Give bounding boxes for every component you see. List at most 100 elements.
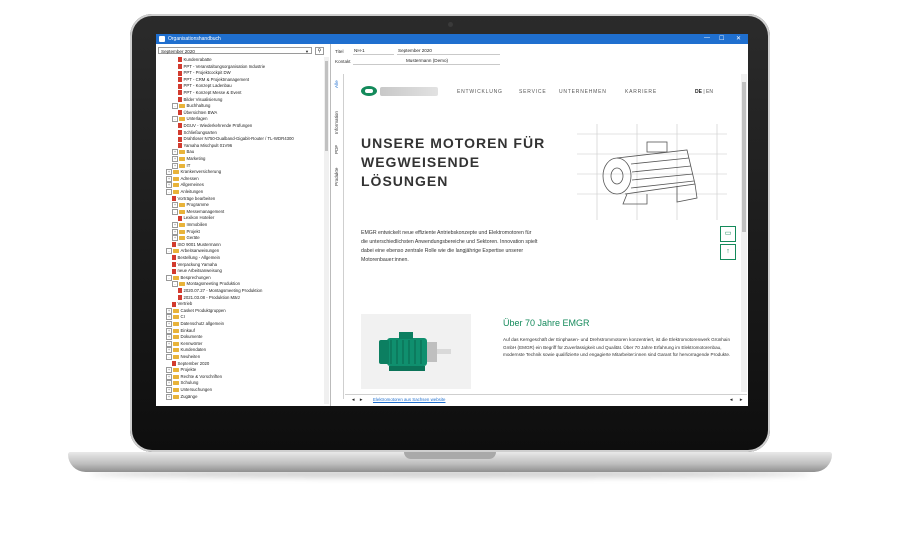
nav-entwicklung[interactable]: ENTWICKLUNG	[457, 89, 503, 95]
titel-date-field[interactable]: September 2020	[397, 47, 500, 55]
scroll-right-icon[interactable]: ►	[739, 395, 743, 404]
web-scrollbar[interactable]	[741, 74, 747, 392]
expand-toggle-icon[interactable]: +	[166, 393, 172, 400]
period-select[interactable]: September 2020 ▼	[158, 47, 312, 54]
tree-node[interactable]: PPT - Konzept Ladenbau	[178, 83, 232, 89]
expand-toggle-icon[interactable]: +	[166, 314, 172, 321]
expand-toggle-icon[interactable]: +	[172, 228, 178, 235]
tab-produkte[interactable]: Produkte	[334, 168, 339, 186]
tree-node[interactable]: + Untersuchungen	[166, 387, 212, 393]
expand-toggle-icon[interactable]: +	[166, 321, 172, 327]
collapse-toggle-icon[interactable]: -	[172, 103, 178, 110]
tree-node[interactable]: - Arbeitsanweisungen	[166, 248, 219, 255]
expand-toggle-icon[interactable]: +	[172, 235, 178, 242]
tab-alle[interactable]: Alle	[334, 80, 339, 88]
tree-node[interactable]: Lexikon Hotelier	[178, 215, 214, 221]
lang-de[interactable]: DE	[695, 89, 702, 95]
expand-toggle-icon[interactable]: +	[166, 327, 172, 334]
expand-toggle-icon[interactable]: +	[166, 373, 172, 380]
minimize-button[interactable]: —	[704, 35, 710, 41]
tab-pdf[interactable]: PDF	[334, 145, 339, 154]
tree-node[interactable]: + Allgemeines	[166, 182, 204, 189]
tree-node[interactable]: PPT - Veranstaltungsorganisation Industr…	[178, 64, 265, 70]
collapse-toggle-icon[interactable]: -	[166, 189, 172, 195]
tree-node[interactable]: + Datenschutz allgemein	[166, 321, 224, 327]
tree-node[interactable]: + Projekte	[166, 367, 196, 374]
expand-toggle-icon[interactable]: +	[166, 340, 172, 347]
expand-toggle-icon[interactable]: +	[166, 387, 172, 393]
tree-node[interactable]: Drahtloser N750-Dualband-Gigabit-Router …	[178, 136, 294, 142]
collapse-toggle-icon[interactable]: -	[166, 248, 172, 255]
expand-toggle-icon[interactable]: +	[166, 334, 172, 341]
tree-node[interactable]: + Marketing	[172, 156, 205, 162]
forward-icon[interactable]: ►	[359, 395, 363, 404]
close-button[interactable]: ✕	[736, 35, 741, 42]
expand-toggle-icon[interactable]: +	[166, 175, 172, 182]
tree-node[interactable]: + Schulung	[166, 380, 198, 387]
tree-node[interactable]: + IT	[172, 162, 190, 169]
tree-node[interactable]: DGUV - Wiederkehrende Prüfungen	[178, 123, 252, 129]
tree-node[interactable]: PPT - Projektcockpit DW	[178, 70, 231, 76]
company-logo[interactable]	[361, 86, 377, 96]
expand-toggle-icon[interactable]: +	[166, 380, 172, 387]
nav-karriere[interactable]: KARRIERE	[625, 89, 657, 95]
tree-node[interactable]: + CI	[166, 314, 185, 321]
nav-service[interactable]: SERVICE	[519, 89, 546, 95]
tree-scrollbar-thumb[interactable]	[325, 61, 328, 151]
tree-node[interactable]: + Rechte & Vorschriften	[166, 373, 222, 380]
tree-node[interactable]: + Adressen	[166, 175, 199, 182]
expand-toggle-icon[interactable]: +	[172, 202, 178, 209]
expand-toggle-icon[interactable]: +	[166, 182, 172, 189]
collapse-toggle-icon[interactable]: -	[172, 116, 178, 123]
expand-toggle-icon[interactable]: +	[166, 169, 172, 176]
expand-toggle-icon[interactable]: +	[172, 162, 178, 169]
kontakt-field[interactable]: Mustermann (Demo)	[353, 57, 500, 65]
tree-node[interactable]: + Krankenversicherung	[166, 169, 221, 176]
tree-node[interactable]: + Casket Produktgruppen	[166, 307, 226, 314]
chat-button[interactable]: ▭	[720, 226, 736, 242]
scroll-left-icon[interactable]: ◄	[729, 395, 733, 404]
tree-node[interactable]: Vertrieb	[172, 301, 192, 307]
tree-node[interactable]: Bestellung - Allgemein	[172, 255, 220, 261]
tree-node[interactable]: + Geräte	[172, 235, 200, 242]
tree-node[interactable]: - Unterlagen	[172, 116, 208, 123]
tree-node[interactable]: + Kundendaten	[166, 347, 206, 354]
expand-toggle-icon[interactable]: +	[166, 307, 172, 314]
scroll-top-button[interactable]: ↑	[720, 244, 736, 260]
tree-node[interactable]: Vorträge bearbeiten	[172, 196, 215, 202]
tree-node[interactable]: - Neuheiten	[166, 354, 200, 360]
tree-node[interactable]: - Anleitungen	[166, 189, 203, 195]
tree-node[interactable]: neue Arbeitsanweisung	[172, 268, 222, 274]
tree-node[interactable]: + Zugänge	[166, 393, 197, 400]
tree-node[interactable]: Kundenrabatte	[178, 57, 212, 63]
maximize-button[interactable]: ☐	[719, 35, 724, 42]
collapse-toggle-icon[interactable]: -	[172, 208, 178, 215]
tab-information[interactable]: Information	[334, 111, 339, 134]
nav-unternehmen[interactable]: UNTERNEHMEN	[559, 89, 607, 95]
tree-node[interactable]: ISO 9001 Mustermann	[172, 242, 221, 248]
titel-field[interactable]: NH-1	[353, 47, 394, 55]
tree-node[interactable]: + Bau	[172, 149, 194, 156]
tree-node[interactable]: PPT - CRM & Projektmanagement	[178, 77, 249, 83]
website-link[interactable]: Elektromotoren aus Sachsen website	[373, 395, 445, 404]
collapse-toggle-icon[interactable]: -	[172, 281, 178, 288]
expand-toggle-icon[interactable]: +	[166, 347, 172, 354]
expand-toggle-icon[interactable]: +	[166, 367, 172, 374]
collapse-toggle-icon[interactable]: -	[166, 274, 172, 281]
tree-node[interactable]: - Besprechungen	[166, 274, 211, 281]
tree-node[interactable]: PPT - Konzept Messe & Event	[178, 90, 241, 96]
tree-node[interactable]: 2020.07.27 - Montagsmeeting Produktion	[178, 288, 262, 294]
tree-node[interactable]: Yamaha Mischpult 01V96	[178, 143, 232, 149]
search-button[interactable]: ⚲	[315, 47, 324, 55]
web-scrollbar-thumb[interactable]	[742, 82, 746, 232]
tree-node[interactable]: Schließungsarten	[178, 130, 217, 136]
expand-toggle-icon[interactable]: +	[172, 156, 178, 162]
back-icon[interactable]: ◄	[351, 395, 355, 404]
tree-node[interactable]: - Montagsmeeting Produktion	[172, 281, 240, 288]
tree-node[interactable]: - Messemanagement	[172, 208, 224, 215]
tree-node[interactable]: + Programme	[172, 202, 209, 209]
tree-node[interactable]: + Dokumente	[166, 334, 202, 341]
tree-node[interactable]: + Kennwörter	[166, 340, 202, 347]
tree-node[interactable]: + Einkauf	[166, 327, 195, 334]
tree-scrollbar[interactable]	[324, 57, 329, 404]
